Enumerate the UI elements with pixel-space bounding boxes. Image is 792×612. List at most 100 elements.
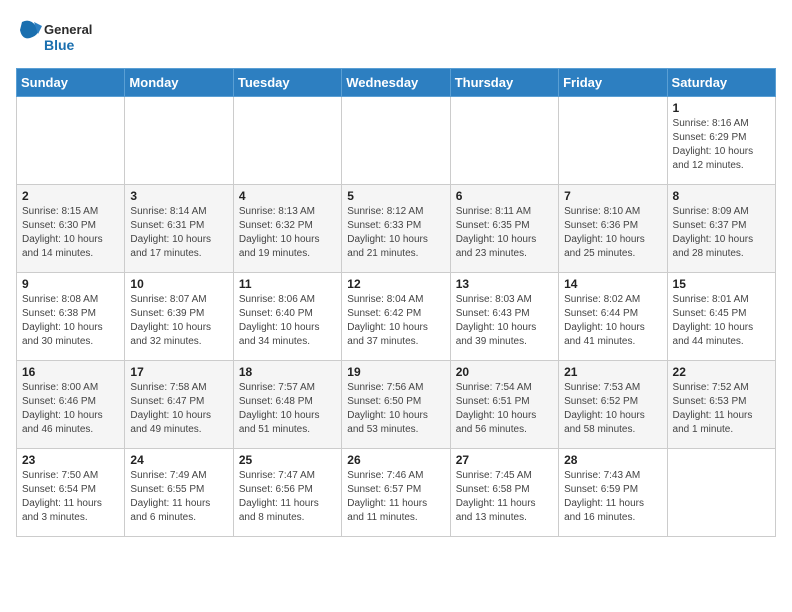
day-info: Sunrise: 7:53 AM Sunset: 6:52 PM Dayligh… bbox=[564, 381, 661, 437]
day-info: Sunrise: 8:03 AM Sunset: 6:43 PM Dayligh… bbox=[456, 293, 553, 349]
day-number: 19 bbox=[347, 365, 444, 379]
day-info: Sunrise: 8:02 AM Sunset: 6:44 PM Dayligh… bbox=[564, 293, 661, 349]
day-number: 11 bbox=[239, 277, 336, 291]
svg-text:Blue: Blue bbox=[44, 37, 75, 53]
day-info: Sunrise: 8:06 AM Sunset: 6:40 PM Dayligh… bbox=[239, 293, 336, 349]
day-info: Sunrise: 7:58 AM Sunset: 6:47 PM Dayligh… bbox=[130, 381, 227, 437]
day-info: Sunrise: 7:57 AM Sunset: 6:48 PM Dayligh… bbox=[239, 381, 336, 437]
day-info: Sunrise: 8:00 AM Sunset: 6:46 PM Dayligh… bbox=[22, 381, 119, 437]
calendar-cell bbox=[559, 97, 667, 185]
calendar-cell: 12 Sunrise: 8:04 AM Sunset: 6:42 PM Dayli… bbox=[342, 273, 450, 361]
day-number: 28 bbox=[564, 453, 661, 467]
calendar-cell: 19 Sunrise: 7:56 AM Sunset: 6:50 PM Dayli… bbox=[342, 361, 450, 449]
calendar-body: 1 Sunrise: 8:16 AM Sunset: 6:29 PM Daylig… bbox=[17, 97, 776, 537]
day-number: 24 bbox=[130, 453, 227, 467]
calendar-cell: 3 Sunrise: 8:14 AM Sunset: 6:31 PM Daylig… bbox=[125, 185, 233, 273]
day-number: 4 bbox=[239, 189, 336, 203]
calendar-cell: 16 Sunrise: 8:00 AM Sunset: 6:46 PM Dayli… bbox=[17, 361, 125, 449]
calendar-cell: 7 Sunrise: 8:10 AM Sunset: 6:36 PM Daylig… bbox=[559, 185, 667, 273]
calendar-cell: 2 Sunrise: 8:15 AM Sunset: 6:30 PM Daylig… bbox=[17, 185, 125, 273]
day-info: Sunrise: 8:08 AM Sunset: 6:38 PM Dayligh… bbox=[22, 293, 119, 349]
day-number: 27 bbox=[456, 453, 553, 467]
day-number: 8 bbox=[673, 189, 770, 203]
day-number: 13 bbox=[456, 277, 553, 291]
calendar-cell: 26 Sunrise: 7:46 AM Sunset: 6:57 PM Dayli… bbox=[342, 449, 450, 537]
day-number: 23 bbox=[22, 453, 119, 467]
calendar-cell: 14 Sunrise: 8:02 AM Sunset: 6:44 PM Dayli… bbox=[559, 273, 667, 361]
calendar-table: SundayMondayTuesdayWednesdayThursdayFrid… bbox=[16, 68, 776, 537]
calendar-cell: 22Sunrise: 7:52 AM Sunset: 6:53 PM Dayli… bbox=[667, 361, 775, 449]
day-info: Sunrise: 7:43 AM Sunset: 6:59 PM Dayligh… bbox=[564, 469, 661, 525]
day-info: Sunrise: 8:16 AM Sunset: 6:29 PM Dayligh… bbox=[673, 117, 770, 173]
day-info: Sunrise: 7:47 AM Sunset: 6:56 PM Dayligh… bbox=[239, 469, 336, 525]
calendar-cell: 10 Sunrise: 8:07 AM Sunset: 6:39 PM Dayli… bbox=[125, 273, 233, 361]
day-number: 16 bbox=[22, 365, 119, 379]
calendar-cell: 25 Sunrise: 7:47 AM Sunset: 6:56 PM Dayli… bbox=[233, 449, 341, 537]
day-info: Sunrise: 8:01 AM Sunset: 6:45 PM Dayligh… bbox=[673, 293, 770, 349]
logo-svg: General Blue bbox=[16, 16, 106, 60]
calendar-cell bbox=[17, 97, 125, 185]
calendar-week-row: 1 Sunrise: 8:16 AM Sunset: 6:29 PM Daylig… bbox=[17, 97, 776, 185]
calendar-cell: 27 Sunrise: 7:45 AM Sunset: 6:58 PM Dayli… bbox=[450, 449, 558, 537]
calendar-cell: 20 Sunrise: 7:54 AM Sunset: 6:51 PM Dayli… bbox=[450, 361, 558, 449]
day-info: Sunrise: 7:50 AM Sunset: 6:54 PM Dayligh… bbox=[22, 469, 119, 525]
day-number: 1 bbox=[673, 101, 770, 115]
calendar-week-row: 23 Sunrise: 7:50 AM Sunset: 6:54 PM Dayli… bbox=[17, 449, 776, 537]
day-number: 2 bbox=[22, 189, 119, 203]
page-header: General Blue bbox=[16, 16, 776, 60]
day-info: Sunrise: 7:45 AM Sunset: 6:58 PM Dayligh… bbox=[456, 469, 553, 525]
calendar-cell: 6 Sunrise: 8:11 AM Sunset: 6:35 PM Daylig… bbox=[450, 185, 558, 273]
svg-text:General: General bbox=[44, 22, 92, 37]
weekday-header-tuesday: Tuesday bbox=[233, 69, 341, 97]
day-number: 21 bbox=[564, 365, 661, 379]
day-info: Sunrise: 8:15 AM Sunset: 6:30 PM Dayligh… bbox=[22, 205, 119, 261]
day-info: Sunrise: 8:12 AM Sunset: 6:33 PM Dayligh… bbox=[347, 205, 444, 261]
calendar-week-row: 16 Sunrise: 8:00 AM Sunset: 6:46 PM Dayli… bbox=[17, 361, 776, 449]
weekday-header-row: SundayMondayTuesdayWednesdayThursdayFrid… bbox=[17, 69, 776, 97]
weekday-header-monday: Monday bbox=[125, 69, 233, 97]
day-number: 18 bbox=[239, 365, 336, 379]
day-number: 12 bbox=[347, 277, 444, 291]
day-number: 5 bbox=[347, 189, 444, 203]
day-number: 14 bbox=[564, 277, 661, 291]
day-info: Sunrise: 8:11 AM Sunset: 6:35 PM Dayligh… bbox=[456, 205, 553, 261]
day-number: 20 bbox=[456, 365, 553, 379]
day-info: Sunrise: 8:04 AM Sunset: 6:42 PM Dayligh… bbox=[347, 293, 444, 349]
calendar-cell: 28 Sunrise: 7:43 AM Sunset: 6:59 PM Dayli… bbox=[559, 449, 667, 537]
calendar-week-row: 9Sunrise: 8:08 AM Sunset: 6:38 PM Daylig… bbox=[17, 273, 776, 361]
day-info: Sunrise: 7:49 AM Sunset: 6:55 PM Dayligh… bbox=[130, 469, 227, 525]
calendar-cell bbox=[342, 97, 450, 185]
calendar-header: SundayMondayTuesdayWednesdayThursdayFrid… bbox=[17, 69, 776, 97]
day-number: 7 bbox=[564, 189, 661, 203]
day-info: Sunrise: 8:09 AM Sunset: 6:37 PM Dayligh… bbox=[673, 205, 770, 261]
calendar-cell: 24 Sunrise: 7:49 AM Sunset: 6:55 PM Dayli… bbox=[125, 449, 233, 537]
day-info: Sunrise: 8:07 AM Sunset: 6:39 PM Dayligh… bbox=[130, 293, 227, 349]
calendar-cell: 17Sunrise: 7:58 AM Sunset: 6:47 PM Dayli… bbox=[125, 361, 233, 449]
calendar-cell bbox=[125, 97, 233, 185]
calendar-week-row: 2 Sunrise: 8:15 AM Sunset: 6:30 PM Daylig… bbox=[17, 185, 776, 273]
day-number: 26 bbox=[347, 453, 444, 467]
weekday-header-thursday: Thursday bbox=[450, 69, 558, 97]
calendar-cell bbox=[667, 449, 775, 537]
weekday-header-wednesday: Wednesday bbox=[342, 69, 450, 97]
day-info: Sunrise: 7:56 AM Sunset: 6:50 PM Dayligh… bbox=[347, 381, 444, 437]
day-info: Sunrise: 7:54 AM Sunset: 6:51 PM Dayligh… bbox=[456, 381, 553, 437]
day-number: 25 bbox=[239, 453, 336, 467]
day-number: 22 bbox=[673, 365, 770, 379]
weekday-header-sunday: Sunday bbox=[17, 69, 125, 97]
day-info: Sunrise: 8:10 AM Sunset: 6:36 PM Dayligh… bbox=[564, 205, 661, 261]
day-number: 6 bbox=[456, 189, 553, 203]
day-info: Sunrise: 8:14 AM Sunset: 6:31 PM Dayligh… bbox=[130, 205, 227, 261]
calendar-cell: 11 Sunrise: 8:06 AM Sunset: 6:40 PM Dayli… bbox=[233, 273, 341, 361]
day-number: 10 bbox=[130, 277, 227, 291]
calendar-cell: 1 Sunrise: 8:16 AM Sunset: 6:29 PM Daylig… bbox=[667, 97, 775, 185]
day-number: 3 bbox=[130, 189, 227, 203]
calendar-cell: 18 Sunrise: 7:57 AM Sunset: 6:48 PM Dayli… bbox=[233, 361, 341, 449]
day-info: Sunrise: 8:13 AM Sunset: 6:32 PM Dayligh… bbox=[239, 205, 336, 261]
calendar-cell: 9Sunrise: 8:08 AM Sunset: 6:38 PM Daylig… bbox=[17, 273, 125, 361]
calendar-cell bbox=[233, 97, 341, 185]
weekday-header-saturday: Saturday bbox=[667, 69, 775, 97]
weekday-header-friday: Friday bbox=[559, 69, 667, 97]
calendar-cell: 4 Sunrise: 8:13 AM Sunset: 6:32 PM Daylig… bbox=[233, 185, 341, 273]
day-info: Sunrise: 7:46 AM Sunset: 6:57 PM Dayligh… bbox=[347, 469, 444, 525]
